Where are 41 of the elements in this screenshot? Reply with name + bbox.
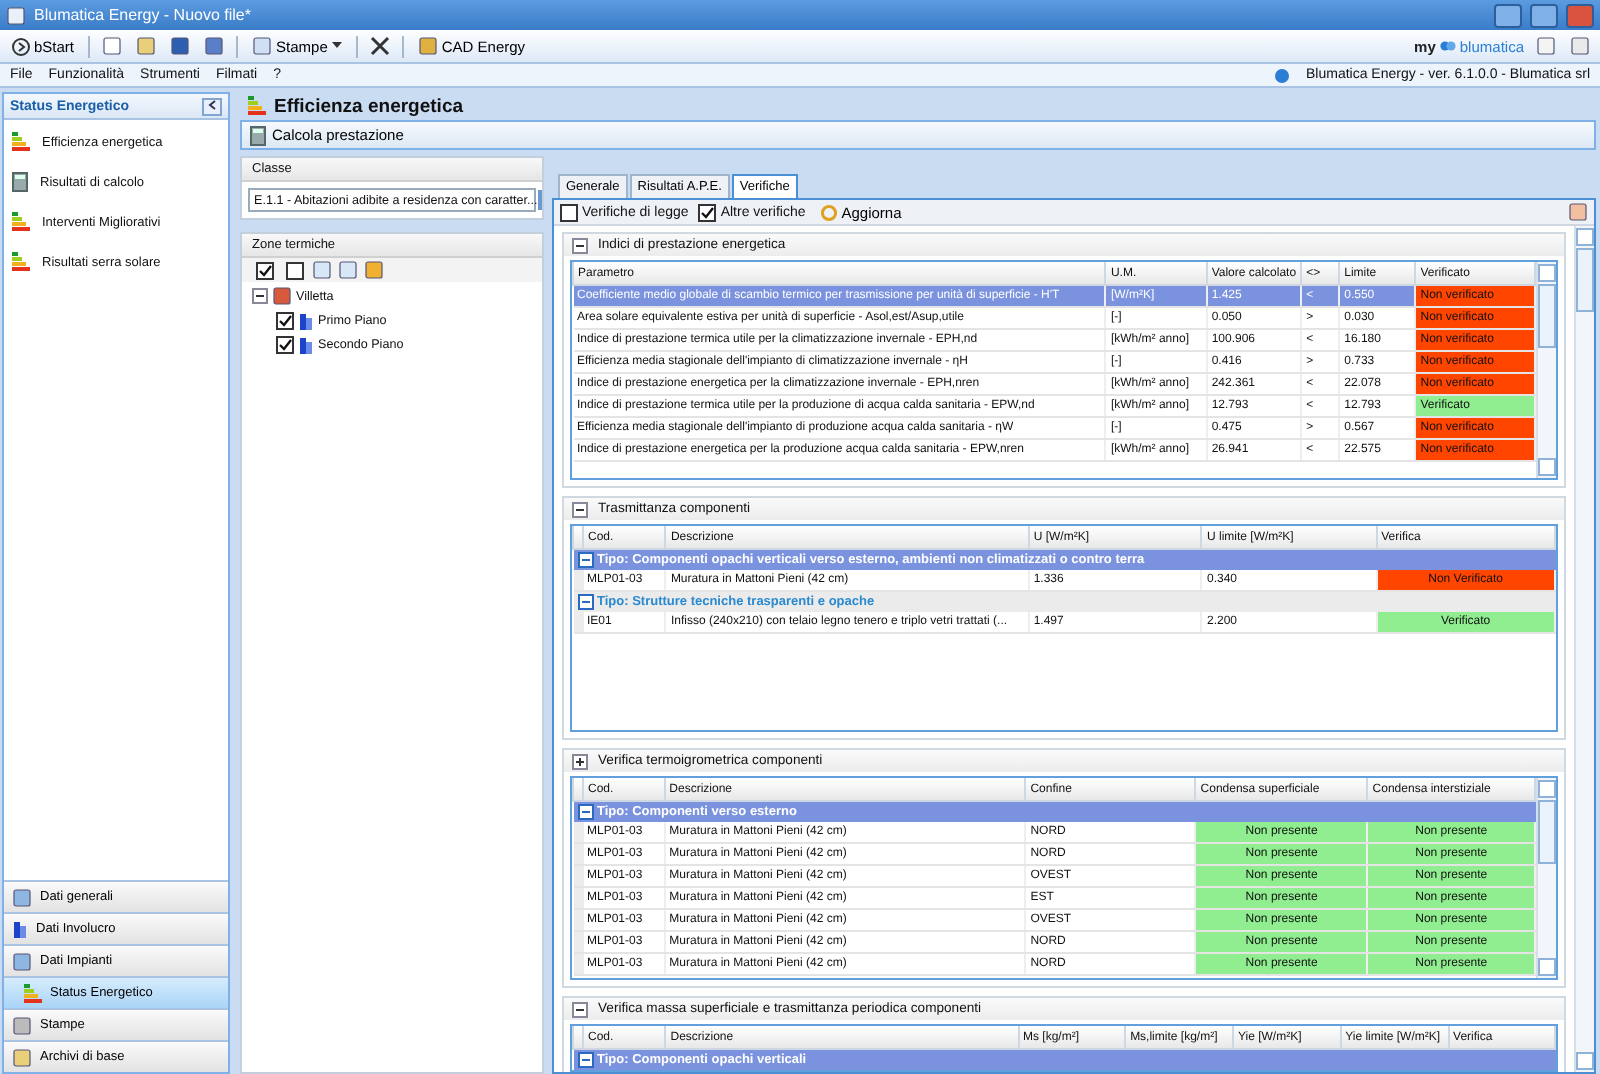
support-icon (1274, 67, 1290, 83)
collapse-icon[interactable] (572, 1001, 588, 1017)
scrollbar[interactable] (1574, 226, 1594, 1072)
maximize-button[interactable] (1530, 3, 1558, 27)
building-icon (12, 920, 28, 938)
checkbox[interactable] (276, 312, 294, 330)
checkbox[interactable] (276, 336, 294, 354)
collapse-icon[interactable] (572, 501, 588, 517)
chevron-left-icon (208, 99, 216, 109)
collapse-icon[interactable] (252, 288, 268, 304)
energy-bars-icon (12, 252, 30, 272)
app-icon (6, 5, 26, 25)
calculator-icon (250, 125, 266, 145)
checkbox[interactable] (560, 203, 578, 221)
play-icon (12, 37, 30, 55)
collapse-icon[interactable] (577, 552, 593, 568)
expand-icon[interactable] (572, 753, 588, 769)
collapse-icon[interactable] (577, 1052, 593, 1068)
window-title: Blumatica Energy - Nuovo file* (34, 6, 253, 24)
uncheck-all-icon[interactable] (282, 258, 306, 282)
calculator-icon (12, 172, 28, 192)
energy-bars-icon (12, 212, 30, 232)
caret-icon (331, 42, 342, 50)
corner-header (573, 526, 583, 549)
collapse-icon[interactable] (577, 804, 593, 820)
minimize-button[interactable] (1494, 3, 1522, 27)
energy-bars-icon (12, 132, 30, 152)
scrollbar[interactable] (1536, 262, 1556, 478)
corner-header (573, 778, 583, 801)
corner-header (573, 1026, 583, 1049)
collapse-icon[interactable] (577, 594, 593, 610)
energy-bars-icon (248, 96, 266, 116)
scrollbar[interactable] (1536, 778, 1556, 978)
collapse-icon[interactable] (572, 237, 588, 253)
collapse-button[interactable] (202, 97, 222, 115)
page-title: Efficienza energetica (274, 95, 464, 117)
row-header (573, 570, 583, 591)
energy-bars-icon (24, 983, 42, 1003)
row-header (573, 612, 583, 633)
checkbox[interactable] (698, 203, 717, 221)
check-all-icon[interactable] (252, 258, 276, 282)
